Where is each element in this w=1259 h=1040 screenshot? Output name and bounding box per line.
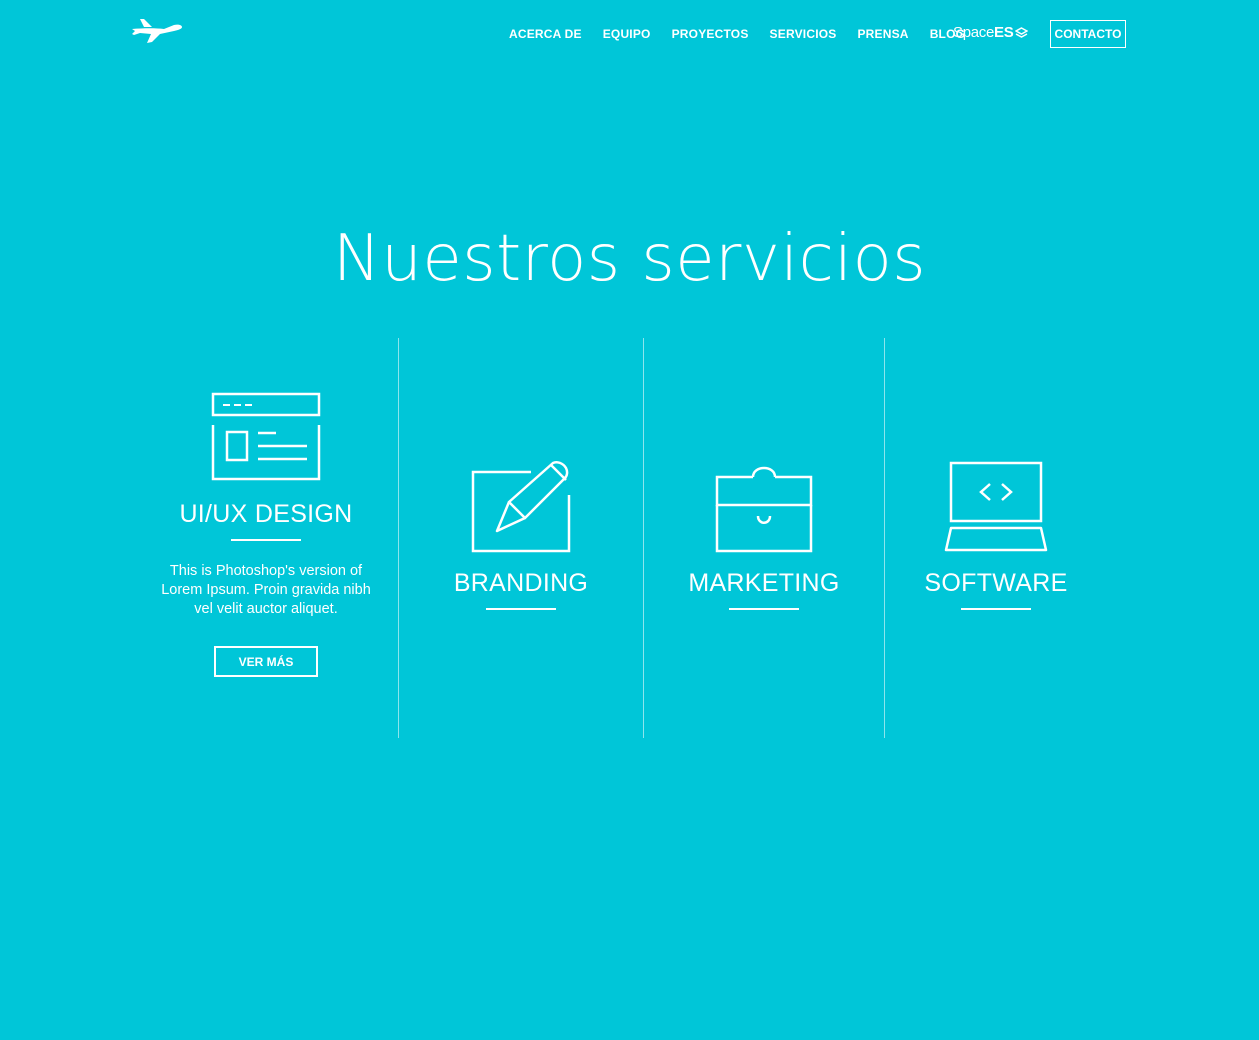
service-title: BRANDING bbox=[453, 569, 589, 597]
spacees-label-bold: ES bbox=[994, 24, 1014, 41]
service-description: This is Photoshop's version of Lorem Ips… bbox=[161, 563, 371, 617]
main-nav: ACERCA DE EQUIPO PROYECTOS SERVICIOS PRE… bbox=[509, 27, 991, 41]
nav-item-equipo[interactable]: EQUIPO bbox=[603, 27, 651, 41]
service-title: UI/UX DESIGN bbox=[179, 500, 353, 528]
title-underline bbox=[231, 539, 301, 541]
service-title: MARKETING bbox=[688, 569, 840, 597]
laptop-code-icon bbox=[944, 461, 1048, 552]
page-title: Nuestros servicios bbox=[332, 222, 927, 296]
service-software: SOFTWARE bbox=[885, 460, 1107, 610]
nav-item-servicios[interactable]: SERVICIOS bbox=[770, 27, 837, 41]
edit-pencil-icon bbox=[471, 460, 571, 553]
service-marketing: MARKETING bbox=[644, 460, 884, 610]
service-uiux: UI/UX DESIGN This is Photoshop's version… bbox=[135, 392, 397, 677]
title-underline bbox=[961, 608, 1031, 610]
service-title: SOFTWARE bbox=[924, 569, 1068, 597]
layers-icon bbox=[1015, 26, 1029, 38]
title-underline bbox=[486, 608, 556, 610]
contact-button[interactable]: CONTACTO bbox=[1050, 20, 1126, 48]
title-underline bbox=[729, 608, 799, 610]
spacees-label-thin: Space bbox=[953, 24, 995, 41]
toolbox-icon bbox=[715, 466, 813, 553]
spacees-link[interactable]: Space ES bbox=[953, 24, 1029, 41]
ver-mas-button[interactable]: VER MÁS bbox=[214, 646, 318, 677]
nav-item-acerca-de[interactable]: ACERCA DE bbox=[509, 27, 582, 41]
service-branding: BRANDING bbox=[399, 460, 643, 610]
nav-item-prensa[interactable]: PRENSA bbox=[857, 27, 908, 41]
logo-airplane-icon[interactable] bbox=[130, 16, 184, 46]
nav-item-proyectos[interactable]: PROYECTOS bbox=[672, 27, 749, 41]
browser-window-icon bbox=[211, 392, 321, 481]
